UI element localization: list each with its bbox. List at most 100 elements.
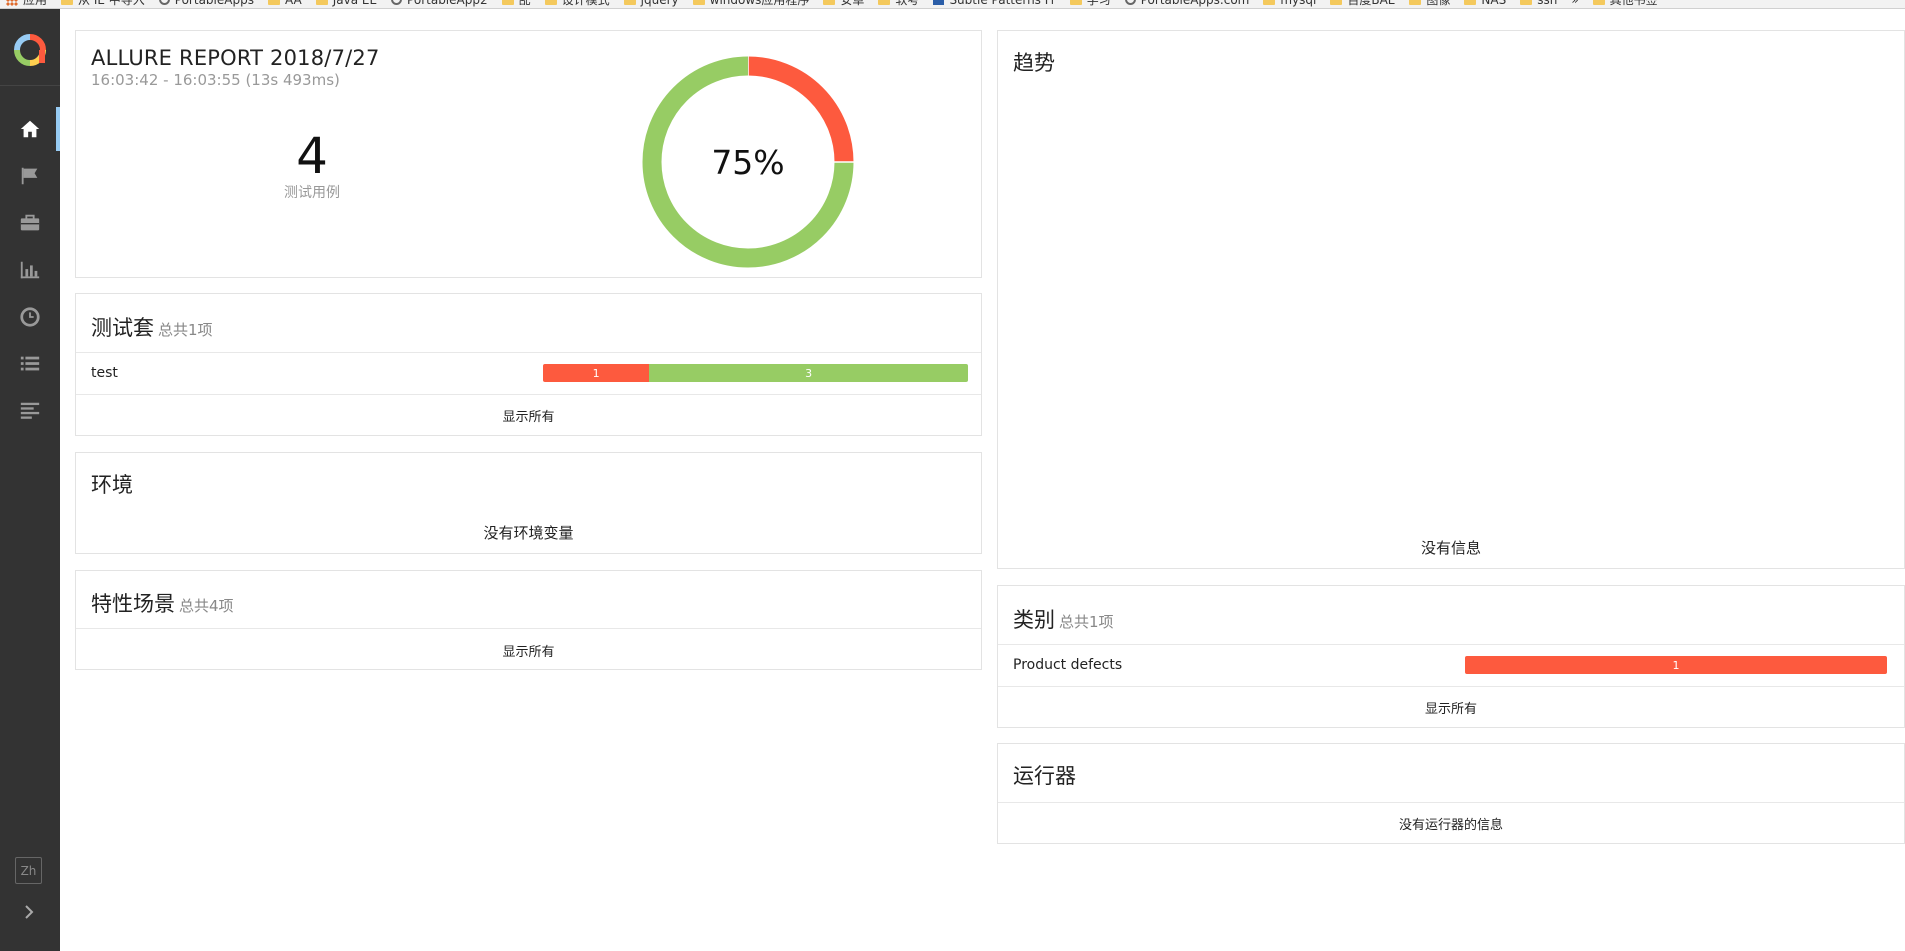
align-left-icon xyxy=(20,402,40,419)
bookmark-item[interactable]: PortableApps xyxy=(158,0,254,7)
globe-icon xyxy=(391,0,403,5)
chevron-right-icon[interactable] xyxy=(19,902,39,922)
nav-categories[interactable] xyxy=(0,154,60,198)
bookmark-item[interactable]: Java EE xyxy=(315,0,377,7)
bookmark-label: 百度BAE xyxy=(1347,0,1396,7)
bookmark-label: 其他书签 xyxy=(1609,0,1658,7)
bar-chart-icon xyxy=(20,261,40,279)
bookmark-item[interactable]: 乱 xyxy=(501,0,531,8)
bookmark-label: Java EE xyxy=(333,0,377,7)
folder-icon xyxy=(878,0,891,5)
folder-icon xyxy=(1592,0,1605,5)
folder-icon xyxy=(61,0,74,5)
bookmark-label: NAS xyxy=(1481,0,1506,7)
bookmark-item[interactable]: 设计模式 xyxy=(544,0,610,8)
suite-bar-segment-passed[interactable]: 3 xyxy=(649,364,968,382)
environment-title: 环境 xyxy=(91,473,133,497)
folder-icon xyxy=(267,0,280,5)
bookmark-item[interactable]: 软考 xyxy=(878,0,919,8)
allure-logo-icon[interactable] xyxy=(14,34,46,66)
suite-bar-segment-failed[interactable]: 1 xyxy=(543,364,650,382)
folder-icon xyxy=(623,0,636,5)
folder-icon xyxy=(692,0,705,5)
folder-icon xyxy=(315,0,328,5)
globe-icon xyxy=(1124,0,1136,5)
folder-icon xyxy=(1409,0,1422,5)
category-count-bar[interactable]: 1 xyxy=(1465,656,1887,674)
nav-packages[interactable] xyxy=(0,389,60,433)
executors-divider xyxy=(998,802,1904,803)
bookmark-item[interactable]: 安卓 xyxy=(823,0,864,8)
bookmark-label: 安卓 xyxy=(840,0,865,7)
executors-widget: 运行器 没有运行器的信息 xyxy=(997,743,1905,844)
bookmark-label: PortableApps.com xyxy=(1141,0,1250,7)
suite-status-bar[interactable]: 13 xyxy=(543,364,968,382)
folder-icon xyxy=(1464,0,1477,5)
category-name[interactable]: Product defects xyxy=(1013,657,1122,673)
success-rate-label: 75% xyxy=(711,143,784,182)
categories-divider-bottom xyxy=(998,686,1904,687)
folder-icon xyxy=(1330,0,1343,5)
nav-suites[interactable] xyxy=(0,201,60,245)
bookmark-label: 乱 xyxy=(518,0,531,7)
language-switch[interactable]: Zh xyxy=(15,857,42,884)
suites-divider xyxy=(76,352,981,353)
features-show-all-link[interactable]: 显示所有 xyxy=(76,641,981,660)
list-icon xyxy=(20,356,40,371)
bookmark-label: 软考 xyxy=(895,0,920,7)
bookmark-item[interactable]: Subtle Patterns Fr xyxy=(933,0,1056,7)
bookmark-item[interactable]: AA xyxy=(267,0,302,7)
category-bar-segment[interactable]: 1 xyxy=(1465,656,1887,674)
bookmark-item[interactable]: 其他书签 xyxy=(1592,0,1658,8)
bookmark-item[interactable]: windows应用程序 xyxy=(692,0,809,8)
nav-home[interactable] xyxy=(0,107,60,151)
trend-title: 趋势 xyxy=(1013,51,1055,75)
bookmark-item[interactable]: jquery xyxy=(623,0,679,7)
bookmark-item[interactable]: NAS xyxy=(1464,0,1506,7)
suites-widget: 测试套 总共1项 test 13 显示所有 xyxy=(75,293,982,436)
bookmark-item[interactable]: PortableApps.com xyxy=(1124,0,1250,7)
apps-icon xyxy=(6,0,18,6)
bookmark-label: jquery xyxy=(641,0,679,7)
bookmark-label: ssh xyxy=(1537,0,1557,7)
bookmark-item[interactable]: 应用 xyxy=(6,0,47,8)
trend-empty-message: 没有信息 xyxy=(1420,539,1481,557)
executors-title: 运行器 xyxy=(1013,764,1076,788)
features-widget: 特性场景 总共4项 显示所有 xyxy=(75,570,982,670)
bookmark-item[interactable]: 学习 xyxy=(1069,0,1111,8)
executors-empty-message: 没有运行器的信息 xyxy=(1398,818,1503,833)
suites-show-all-link[interactable]: 显示所有 xyxy=(76,406,981,425)
bookmark-label: mysql xyxy=(1280,0,1316,7)
nav-timeline[interactable] xyxy=(0,295,60,339)
bookmarks-row: 应用 从 IE 中导入 PortableApps AA Java EE PortableA… xyxy=(6,0,1658,8)
categories-title: 类别 总共1项 xyxy=(1013,608,1114,632)
bookmark-item[interactable]: PortableApp2 xyxy=(391,0,488,7)
bookmark-label: Subtle Patterns Fr xyxy=(949,0,1055,7)
bookmarks-bar: 应用 从 IE 中导入 PortableApps AA Java EE PortableA… xyxy=(0,0,1905,9)
trend-widget: 趋势 没有信息 xyxy=(997,30,1905,569)
bookmark-item[interactable]: » xyxy=(1571,0,1578,7)
bookmark-label: » xyxy=(1571,0,1578,7)
categories-widget: 类别 总共1项 Product defects 1 显示所有 xyxy=(997,585,1905,728)
features-title: 特性场景 总共4项 xyxy=(91,592,234,616)
bookmark-item[interactable]: ssh xyxy=(1520,0,1557,7)
bookmark-item[interactable]: 百度BAE xyxy=(1330,0,1395,8)
suite-name[interactable]: test xyxy=(91,365,118,381)
suites-divider-bottom xyxy=(76,394,981,395)
bookmark-label: 图像 xyxy=(1426,0,1451,7)
bookmark-label: 从 IE 中导入 xyxy=(78,0,145,7)
nav-graphs[interactable] xyxy=(0,248,60,292)
flag-icon xyxy=(21,167,38,185)
folder-icon xyxy=(1069,0,1082,5)
categories-show-all-link[interactable]: 显示所有 xyxy=(998,698,1904,717)
success-rate-donut[interactable]: 75% xyxy=(641,55,855,269)
bookmark-item[interactable]: 图像 xyxy=(1409,0,1450,8)
summary-widget: ALLURE REPORT 2018/7/27 16:03:42 - 16:03… xyxy=(75,30,982,278)
bookmark-item[interactable]: 从 IE 中导入 xyxy=(61,0,145,8)
bookmark-item[interactable]: mysql xyxy=(1263,0,1316,7)
folder-icon xyxy=(501,0,514,5)
bookmark-label: 学习 xyxy=(1086,0,1111,7)
nav-behaviors[interactable] xyxy=(0,342,60,386)
check-icon xyxy=(933,0,945,5)
bookmark-label: PortableApp2 xyxy=(407,0,488,7)
